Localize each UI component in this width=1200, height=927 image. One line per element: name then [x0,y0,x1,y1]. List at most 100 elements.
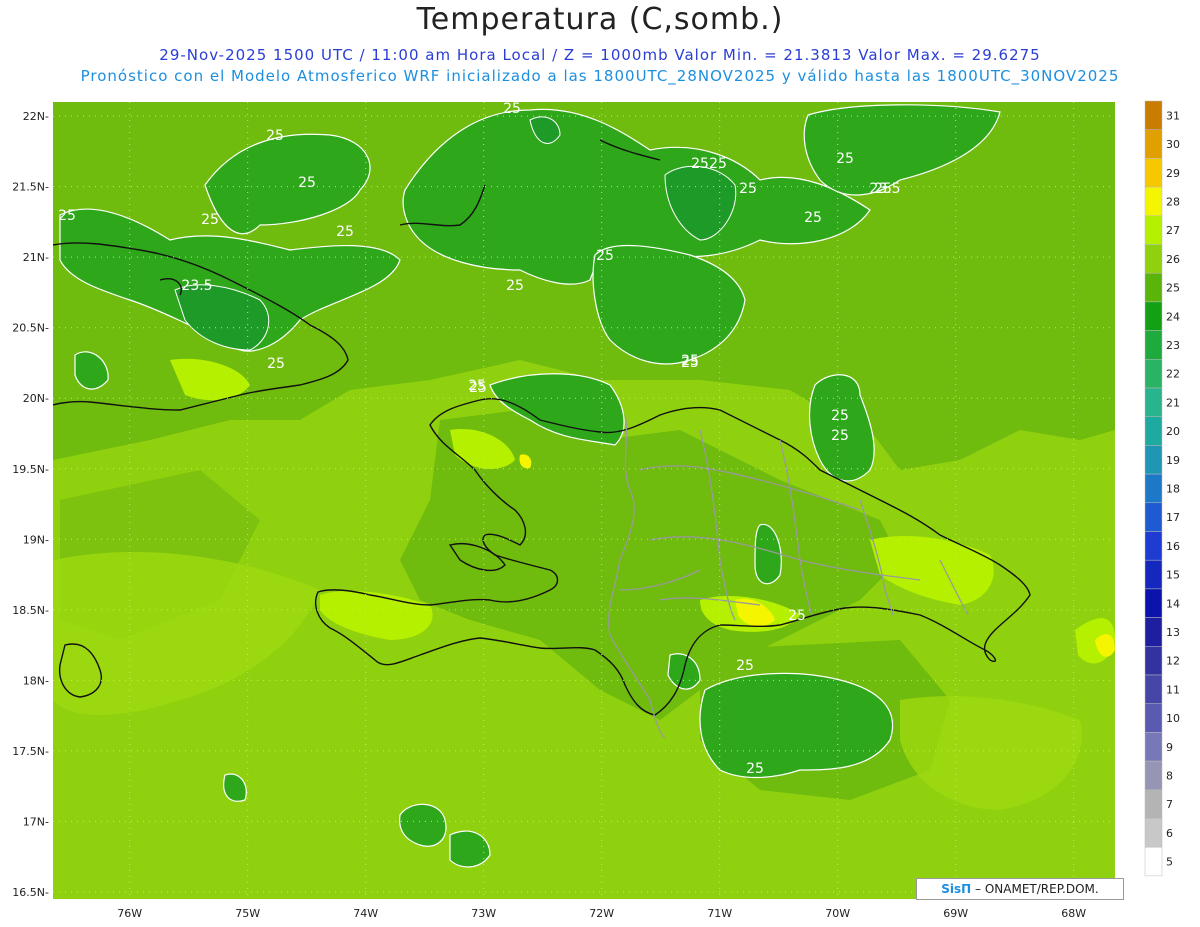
colorbar-label: 13 [1166,626,1180,639]
colorbar-swatch [1144,100,1163,130]
contour-label: 25 [506,278,524,294]
colorbar-swatch [1144,301,1163,331]
colorbar-swatch [1144,330,1163,360]
colorbar-swatch [1144,732,1163,762]
contour-label: 25 [788,608,806,624]
lat-tick-label: 17.5N- [12,745,49,758]
colorbar-swatch [1144,818,1163,848]
colorbar-label: 12 [1166,655,1180,668]
colorbar-swatch [1144,502,1163,532]
colorbar-label: 11 [1166,683,1180,696]
lat-tick-label: 21N- [23,251,49,264]
lon-tick-label: 70W [825,907,850,920]
colorbar-swatch [1144,272,1163,303]
colorbar-label: 30 [1166,138,1180,151]
lon-tick-label: 73W [471,907,496,920]
contour-label: 25 [336,224,354,240]
colorbar-label: 20 [1166,425,1180,438]
colorbar-label: 15 [1166,569,1180,582]
lon-tick-label: 71W [707,907,732,920]
contour-label: 25 [836,151,854,167]
contour-label: 25 [681,355,699,371]
contour-label: 25 [736,658,754,674]
colorbar-swatch [1144,789,1163,819]
colorbar-label: 17 [1166,511,1180,524]
lon-tick-label: 69W [943,907,968,920]
lat-tick-label: 20.5N- [12,322,49,335]
colorbar-label: 21 [1166,396,1180,409]
colorbar-label: 7 [1166,798,1173,811]
colorbar-label: 8 [1166,769,1173,782]
contour-label: 25 [298,175,316,191]
contour-label: 25 [831,428,849,444]
lat-tick-label: 16.5N- [12,886,49,899]
lon-tick-label: 74W [353,907,378,920]
colorbar: 31 30 29 28 27 26 25 24 23 22 21 20 19 18 17 16 15 14 13 12… [1144,100,1180,877]
contour-label: 25 [874,181,892,197]
colorbar-swatch [1144,359,1163,389]
lat-tick-label: 19N- [23,533,49,546]
colorbar-swatch [1144,760,1163,791]
contour-label: 25 [267,356,285,372]
colorbar-label: 19 [1166,454,1180,467]
colorbar-swatch [1144,703,1163,733]
colorbar-swatch [1144,158,1163,188]
contour-label: 25 [469,380,487,396]
lon-tick-label: 68W [1061,907,1086,920]
colorbar-swatch [1144,387,1163,417]
colorbar-swatch [1144,646,1163,676]
colorbar-label: 31 [1166,109,1180,122]
colorbar-swatch [1144,617,1163,647]
contour-label: 25 [804,210,822,226]
colorbar-label: 16 [1166,540,1180,553]
contour-label: 25 [596,248,614,264]
colorbar-label: 24 [1166,310,1180,323]
colorbar-swatch [1144,846,1163,877]
colorbar-label: 26 [1166,253,1180,266]
contour-label: 25 [709,156,727,172]
latitude-tick-labels: 22N- 21.5N- 21N- 20.5N- 20N- 19.5N- 19N- 18.5N-… [12,110,49,899]
colorbar-swatch [1144,588,1163,618]
colorbar-swatch [1144,186,1163,217]
contour-label: 25 [58,208,76,224]
longitude-tick-labels: 76W 75W 74W 73W 72W 71W 70W 69W 68W [117,907,1086,920]
contour-label: 25 [201,212,219,228]
credit-box: SisΠ – ONAMET/REP.DOM. [916,878,1124,900]
contour-label: 25 [831,408,849,424]
colorbar-swatch [1144,674,1163,704]
colorbar-swatch [1144,129,1163,159]
lat-tick-label: 22N- [23,110,49,123]
colorbar-label: 18 [1166,482,1180,495]
colorbar-swatch [1144,215,1163,245]
lat-tick-label: 18.5N- [12,604,49,617]
colorbar-label: 28 [1166,195,1180,208]
colorbar-swatch [1144,416,1163,446]
lat-tick-label: 17N- [23,815,49,828]
colorbar-swatch [1144,244,1163,274]
colorbar-label: 6 [1166,827,1173,840]
colorbar-label: 22 [1166,368,1180,381]
credit-text: – ONAMET/REP.DOM. [971,882,1099,896]
lat-tick-label: 20N- [23,392,49,405]
colorbar-label: 27 [1166,224,1180,237]
lat-tick-label: 19.5N- [12,463,49,476]
colorbar-label: 23 [1166,339,1180,352]
lon-tick-label: 72W [589,907,614,920]
colorbar-label: 9 [1166,741,1173,754]
colorbar-label: 5 [1166,856,1173,869]
colorbar-swatch [1144,531,1163,561]
contour-label: 25 [266,128,284,144]
lon-tick-label: 75W [235,907,260,920]
temperature-map: 252525252523.5252525252523.5252525252525… [12,100,1180,920]
lat-tick-label: 21.5N- [12,181,49,194]
lon-tick-label: 76W [117,907,142,920]
contour-label: 25 [503,101,521,117]
credit-brand: SisΠ [941,882,972,896]
contour-label: 25 [739,181,757,197]
colorbar-swatch [1144,445,1163,475]
colorbar-label: 14 [1166,597,1180,610]
colorbar-label: 10 [1166,712,1180,725]
contour-label: 25 [691,156,709,172]
colorbar-label: 29 [1166,167,1180,180]
colorbar-swatch [1144,473,1163,504]
